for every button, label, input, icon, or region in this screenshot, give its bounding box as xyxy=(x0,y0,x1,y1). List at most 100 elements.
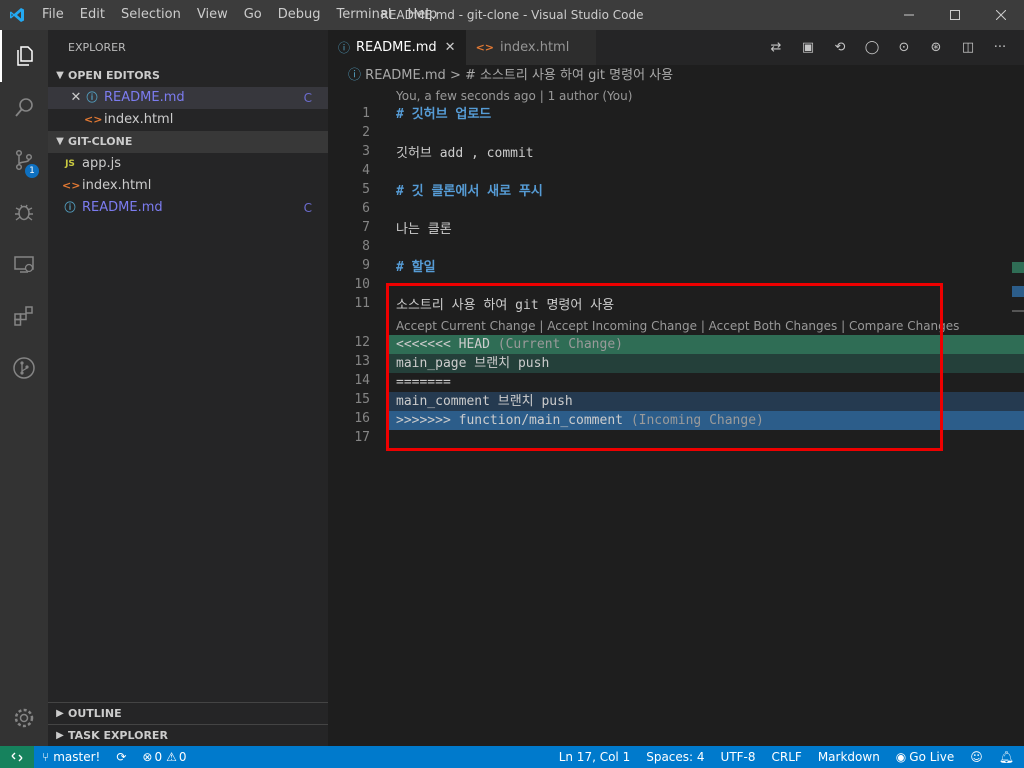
overview-ruler-incoming xyxy=(1012,286,1024,297)
info-file-icon: ⓘ xyxy=(64,201,76,214)
remote-explorer-icon[interactable] xyxy=(0,238,48,290)
more-actions-icon[interactable]: ··· xyxy=(984,40,1016,55)
editor-area: ⓘ README.md ✕ <> index.html ⇄ ▣ ⟲ ◯ ⊙ ⊛ … xyxy=(328,30,1024,746)
previous-revision-icon[interactable]: ◯ xyxy=(856,40,888,55)
file-name: app.js xyxy=(82,156,121,171)
chevron-right-icon: > xyxy=(449,68,465,83)
maximize-button[interactable] xyxy=(932,0,978,30)
html-file-icon: <> xyxy=(475,41,494,54)
source-control-icon[interactable]: 1 xyxy=(0,134,48,186)
close-tab-icon[interactable]: ✕ xyxy=(445,40,456,55)
notifications-bell-icon[interactable]: 🔔︎ xyxy=(999,750,1014,764)
tab-index[interactable]: <> index.html xyxy=(465,30,596,65)
code-line: # 깃허브 업로드 xyxy=(396,107,492,122)
go-live-button[interactable]: ◉ Go Live xyxy=(896,750,954,764)
chevron-right-icon: ▶ xyxy=(56,729,64,741)
extensions-icon[interactable] xyxy=(0,290,48,342)
debug-icon[interactable] xyxy=(0,186,48,238)
line-number: 5 xyxy=(362,182,370,197)
open-changes-icon[interactable]: ⇄ xyxy=(760,40,792,55)
menu-edit[interactable]: Edit xyxy=(72,0,113,30)
manage-gear-icon[interactable] xyxy=(0,692,48,744)
close-window-button[interactable] xyxy=(978,0,1024,30)
git-history-icon[interactable]: ⊛ xyxy=(920,40,952,55)
revision-compare-icon[interactable]: ⟲ xyxy=(824,40,856,55)
menu-view[interactable]: View xyxy=(189,0,236,30)
line-number: 2 xyxy=(362,125,370,140)
info-file-icon: ⓘ xyxy=(86,91,98,104)
menu-go[interactable]: Go xyxy=(236,0,270,30)
annotation-highlight-box xyxy=(386,283,943,451)
language-mode[interactable]: Markdown xyxy=(818,750,880,764)
overview-ruler-cursor xyxy=(1012,310,1024,312)
task-explorer-header[interactable]: ▶ TASK EXPLORER xyxy=(48,724,328,746)
vscode-logo-icon xyxy=(0,0,34,30)
cursor-position[interactable]: Ln 17, Col 1 xyxy=(559,750,631,764)
code-line: 나는 클론 xyxy=(396,222,452,237)
line-number: 1 xyxy=(362,106,370,121)
remote-indicator-icon[interactable] xyxy=(0,746,34,768)
menu-bar: File Edit Selection View Go Debug Termin… xyxy=(34,0,445,30)
feedback-smiley-icon[interactable]: ☺ xyxy=(970,750,983,764)
menu-help[interactable]: Help xyxy=(399,0,445,30)
js-file-icon: JS xyxy=(65,159,75,169)
editor-actions: ⇄ ▣ ⟲ ◯ ⊙ ⊛ ◫ ··· xyxy=(760,30,1016,65)
task-explorer-label: TASK EXPLORER xyxy=(68,728,168,742)
minimize-button[interactable] xyxy=(886,0,932,30)
split-editor-icon[interactable]: ◫ xyxy=(952,40,984,55)
open-editor-index[interactable]: <> index.html xyxy=(48,109,328,131)
menu-terminal[interactable]: Terminal xyxy=(329,0,400,30)
line-number: 11 xyxy=(354,296,370,311)
line-number: 12 xyxy=(354,335,370,350)
explorer-icon[interactable] xyxy=(0,30,48,82)
window-controls xyxy=(886,0,1024,30)
tab-label: index.html xyxy=(500,40,570,55)
blame-lens[interactable]: You, a few seconds ago | 1 author (You) xyxy=(396,89,632,103)
branch-status[interactable]: ⑂ master! xyxy=(42,750,100,764)
line-number: 8 xyxy=(362,239,370,254)
encoding[interactable]: UTF-8 xyxy=(721,750,756,764)
tree-item-index-html[interactable]: <> index.html xyxy=(48,175,328,197)
open-editor-readme[interactable]: ✕ ⓘ README.md C xyxy=(48,87,328,109)
tab-label: README.md xyxy=(356,40,437,55)
overview-ruler-current xyxy=(1012,262,1024,273)
close-editor-icon[interactable]: ✕ xyxy=(68,87,84,109)
tree-item-app-js[interactable]: JS app.js xyxy=(48,153,328,175)
line-number: 13 xyxy=(354,354,370,369)
open-editors-label: OPEN EDITORS xyxy=(68,69,160,82)
open-preview-icon[interactable]: ▣ xyxy=(792,40,824,55)
chevron-down-icon: ▼ xyxy=(56,70,64,81)
folder-label: GIT-CLONE xyxy=(68,135,133,148)
warning-icon: ⚠ xyxy=(166,750,177,764)
chevron-right-icon: ▶ xyxy=(56,707,64,719)
status-bar: ⑂ master! ⟳ ⊗ 0 ⚠ 0 Ln 17, Col 1 Spaces:… xyxy=(0,746,1024,768)
folder-header[interactable]: ▼ GIT-CLONE xyxy=(48,131,328,153)
title-bar: File Edit Selection View Go Debug Termin… xyxy=(0,0,1024,30)
gitlens-icon[interactable] xyxy=(0,342,48,394)
next-revision-icon[interactable]: ⊙ xyxy=(888,40,920,55)
tree-item-readme[interactable]: ⓘ README.md C xyxy=(48,197,328,219)
breadcrumb-symbol[interactable]: # 소스트리 사용 하여 git 명령어 사용 xyxy=(465,68,673,83)
search-icon[interactable] xyxy=(0,82,48,134)
menu-file[interactable]: File xyxy=(34,0,72,30)
go-live-label: Go Live xyxy=(909,750,955,764)
activity-bar: 1 xyxy=(0,30,48,746)
end-of-line[interactable]: CRLF xyxy=(772,750,802,764)
problems-status[interactable]: ⊗ 0 ⚠ 0 xyxy=(142,750,186,764)
outline-label: OUTLINE xyxy=(68,706,122,720)
sync-icon[interactable]: ⟳ xyxy=(116,750,126,764)
tab-readme[interactable]: ⓘ README.md ✕ xyxy=(328,30,466,65)
code-line: 깃허브 add , commit xyxy=(396,146,534,161)
warning-count: 0 xyxy=(178,750,187,764)
file-name: index.html xyxy=(82,178,152,193)
line-number: 3 xyxy=(362,144,370,159)
info-file-icon: ⓘ xyxy=(338,41,351,55)
menu-selection[interactable]: Selection xyxy=(113,0,189,30)
status-right: Ln 17, Col 1 Spaces: 4 UTF-8 CRLF Markdo… xyxy=(559,750,1024,764)
open-editors-header[interactable]: ▼ OPEN EDITORS xyxy=(48,65,328,87)
indentation[interactable]: Spaces: 4 xyxy=(646,750,704,764)
breadcrumb-file[interactable]: README.md xyxy=(365,68,446,83)
outline-header[interactable]: ▶ OUTLINE xyxy=(48,702,328,724)
menu-debug[interactable]: Debug xyxy=(270,0,329,30)
html-file-icon: <> xyxy=(62,179,81,192)
